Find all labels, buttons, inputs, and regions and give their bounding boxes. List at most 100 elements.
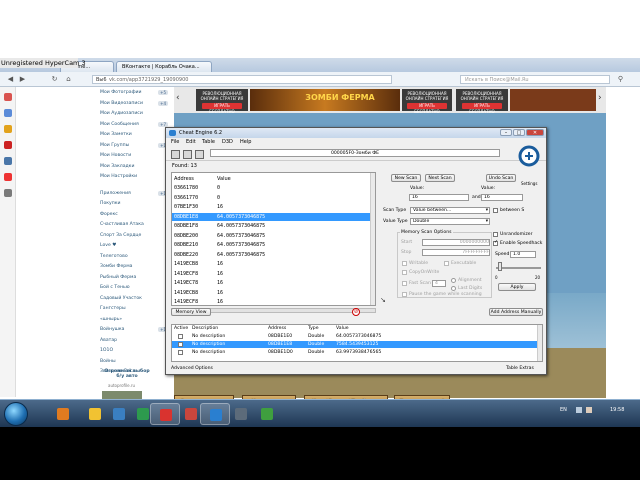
found-row[interactable]: 08DBE200 64.0057373046875 <box>172 232 370 240</box>
pause-game-checkbox[interactable] <box>402 292 407 297</box>
memory-view-button[interactable]: Memory View <box>171 308 211 316</box>
reload-icon[interactable]: ↻ <box>50 75 59 84</box>
table-row[interactable]: No description 08DBE1E8 Double 7584.5439453… <box>172 341 537 348</box>
vk-menu-item[interactable]: Мои Закладки <box>100 164 134 169</box>
vk-menu-item[interactable]: Love ♥ <box>100 243 116 248</box>
active-checkbox[interactable] <box>178 342 183 347</box>
open-table-icon[interactable] <box>183 150 192 159</box>
vk-menu-item[interactable]: Аватар <box>100 338 117 343</box>
windows-start-icon[interactable] <box>4 402 28 426</box>
vk-menu-item[interactable]: Мои Новости <box>100 153 131 158</box>
vk-menu-item[interactable]: Мои Фотографии <box>100 90 142 95</box>
speedhack-checkbox[interactable] <box>493 239 498 246</box>
new-scan-button[interactable]: New Scan <box>391 174 421 182</box>
found-row[interactable]: 08DBE220 64.0057373046875 <box>172 251 370 259</box>
speed-slider-thumb[interactable] <box>498 262 502 271</box>
tools-icon[interactable] <box>4 189 12 197</box>
vk-menu-item[interactable]: Спорт За Сердце <box>100 233 141 238</box>
vk-menu-item[interactable]: Мои Видеозаписи <box>100 101 143 106</box>
vk-menu-item[interactable]: Счастливая Атака <box>100 222 144 227</box>
col-description[interactable]: Description <box>192 325 218 332</box>
bookmark-icon[interactable] <box>4 93 12 101</box>
address-header[interactable]: Address <box>174 175 194 183</box>
speed-input[interactable]: 1.0 <box>510 251 536 258</box>
promo-banner-left[interactable]: РЕВОЛЮЦИОННАЯ ОНЛАЙН СТРАТЕГИЯ ИГРАТЬ БЕ… <box>196 89 248 114</box>
search-icon[interactable]: ⚲ <box>616 75 625 84</box>
home-icon[interactable]: ⌂ <box>64 75 73 84</box>
clock[interactable]: 19:58 <box>610 407 624 413</box>
menu-help[interactable]: Help <box>240 138 251 147</box>
menu-file[interactable]: File <box>171 138 179 147</box>
history-icon[interactable] <box>4 141 12 149</box>
vk-menu-item[interactable]: Гангстеры <box>100 306 126 311</box>
alignment-radio[interactable] <box>451 278 456 283</box>
maximize-button[interactable]: □ <box>513 129 525 136</box>
table-row[interactable]: No description 08DBE1E0 Double 64.005737304… <box>172 333 537 340</box>
network-icon[interactable] <box>576 407 582 413</box>
speed-slider-track[interactable] <box>496 267 541 269</box>
mail-icon[interactable] <box>4 109 12 117</box>
vk-menu-item[interactable]: Мои Заметки <box>100 132 132 137</box>
vk-menu-item[interactable]: Мои Настройки <box>100 174 137 179</box>
start-address-input[interactable]: 0000000000 <box>422 239 490 246</box>
col-value[interactable]: Value <box>336 325 349 332</box>
vk-menu-item[interactable]: Мои Сообщения <box>100 122 139 127</box>
vk-menu-item[interactable]: Зомби Ферма <box>100 264 132 269</box>
found-address-list[interactable]: Address Value 03661780 0 03661770 0 07BE1F30… <box>171 172 376 306</box>
vk-menu-item[interactable]: Бой с Тенью <box>100 285 130 290</box>
address-bar[interactable]: Вы6 vk.com/app3721929_19090900 <box>92 75 392 84</box>
chevron-left-icon[interactable]: ‹ <box>176 93 180 103</box>
found-row[interactable]: 08DBE1E8 64.0057373046875 <box>172 212 370 221</box>
vk-menu-item[interactable]: Приложения <box>100 191 131 196</box>
last-digits-radio[interactable] <box>451 286 456 291</box>
active-checkbox[interactable] <box>178 334 183 339</box>
vk-menu-item[interactable]: Рыбный Ферма <box>100 275 136 280</box>
minimize-button[interactable]: – <box>500 129 512 136</box>
ad-block[interactable]: Огромный выбор б/у авто autoprofile.ru <box>96 363 156 403</box>
vk-menu-item[interactable]: Покупки <box>100 201 121 206</box>
taskbar-app-1[interactable] <box>48 403 78 425</box>
save-table-icon[interactable] <box>195 150 204 159</box>
unrandomizer-checkbox[interactable] <box>493 232 498 237</box>
found-row[interactable]: 1419ECB8 16 <box>172 289 370 297</box>
vk-menu-item[interactable]: Мои Аудиозаписи <box>100 111 143 116</box>
found-row[interactable]: 08DBE210 64.0057373046875 <box>172 241 370 249</box>
fast-scan-checkbox[interactable] <box>402 281 407 286</box>
vk-menu-item[interactable]: «шнырь» <box>100 317 122 322</box>
chevron-right-icon[interactable]: › <box>598 93 602 103</box>
menu-edit[interactable]: Edit <box>186 138 196 147</box>
cheat-engine-logo[interactable] <box>516 145 542 171</box>
col-active[interactable]: Active <box>174 325 188 332</box>
vk-icon[interactable] <box>4 157 12 165</box>
browser-tab-2[interactable]: ВКонтакте | Корабль Очака... <box>116 61 212 72</box>
vk-menu-item[interactable]: Телеготово <box>100 254 128 259</box>
odnoklassniki-icon[interactable] <box>4 125 12 133</box>
scan-type-select[interactable]: Value between... ▾ <box>410 207 490 214</box>
cheat-table[interactable]: Active Description Address Type Value No… <box>171 324 543 362</box>
language-indicator[interactable]: EN <box>560 407 567 413</box>
select-process-icon[interactable] <box>171 150 180 159</box>
found-row[interactable]: 07BE1F30 16 <box>172 203 370 211</box>
taskbar-app-9[interactable] <box>252 403 282 425</box>
zombie-farm-banner[interactable]: ЗОМБИ ФЕРМА <box>250 89 400 111</box>
settings-label[interactable]: Settings <box>521 181 537 186</box>
play-free-button[interactable]: ИГРАТЬ БЕСПЛАТНО <box>202 103 242 114</box>
fast-scan-input[interactable]: 4 <box>432 280 446 287</box>
stop-address-input[interactable]: 7FFFFFFFFF <box>422 249 490 256</box>
play-free-button[interactable]: ИГРАТЬ БЕСПЛАТНО <box>407 103 447 114</box>
vk-menu-item[interactable]: 1О1О <box>100 348 113 353</box>
active-checkbox[interactable] <box>178 350 183 355</box>
forward-icon[interactable]: ▶ <box>18 75 27 84</box>
between-checkbox[interactable] <box>493 208 498 213</box>
undo-scan-button[interactable]: Undo Scan <box>486 174 516 182</box>
found-row[interactable]: 08DBE1F8 64.0057373046875 <box>172 222 370 230</box>
found-row[interactable]: 1419ECF8 16 <box>172 298 370 305</box>
promo-banner-right2[interactable]: РЕВОЛЮЦИОННАЯ ОНЛАЙН СТРАТЕГИЯ ИГРАТЬ БЕ… <box>456 89 508 114</box>
menu-table[interactable]: Table <box>202 138 215 147</box>
youtube-icon[interactable] <box>4 173 12 181</box>
table-scrollbar[interactable] <box>537 325 542 361</box>
vk-menu-item[interactable]: Войнушка <box>100 327 124 332</box>
found-row[interactable]: 1419EC78 16 <box>172 279 370 287</box>
menu-d3d[interactable]: D3D <box>222 138 233 147</box>
table-row[interactable]: No description 08DBE1D0 Double 63.997393847… <box>172 349 537 356</box>
